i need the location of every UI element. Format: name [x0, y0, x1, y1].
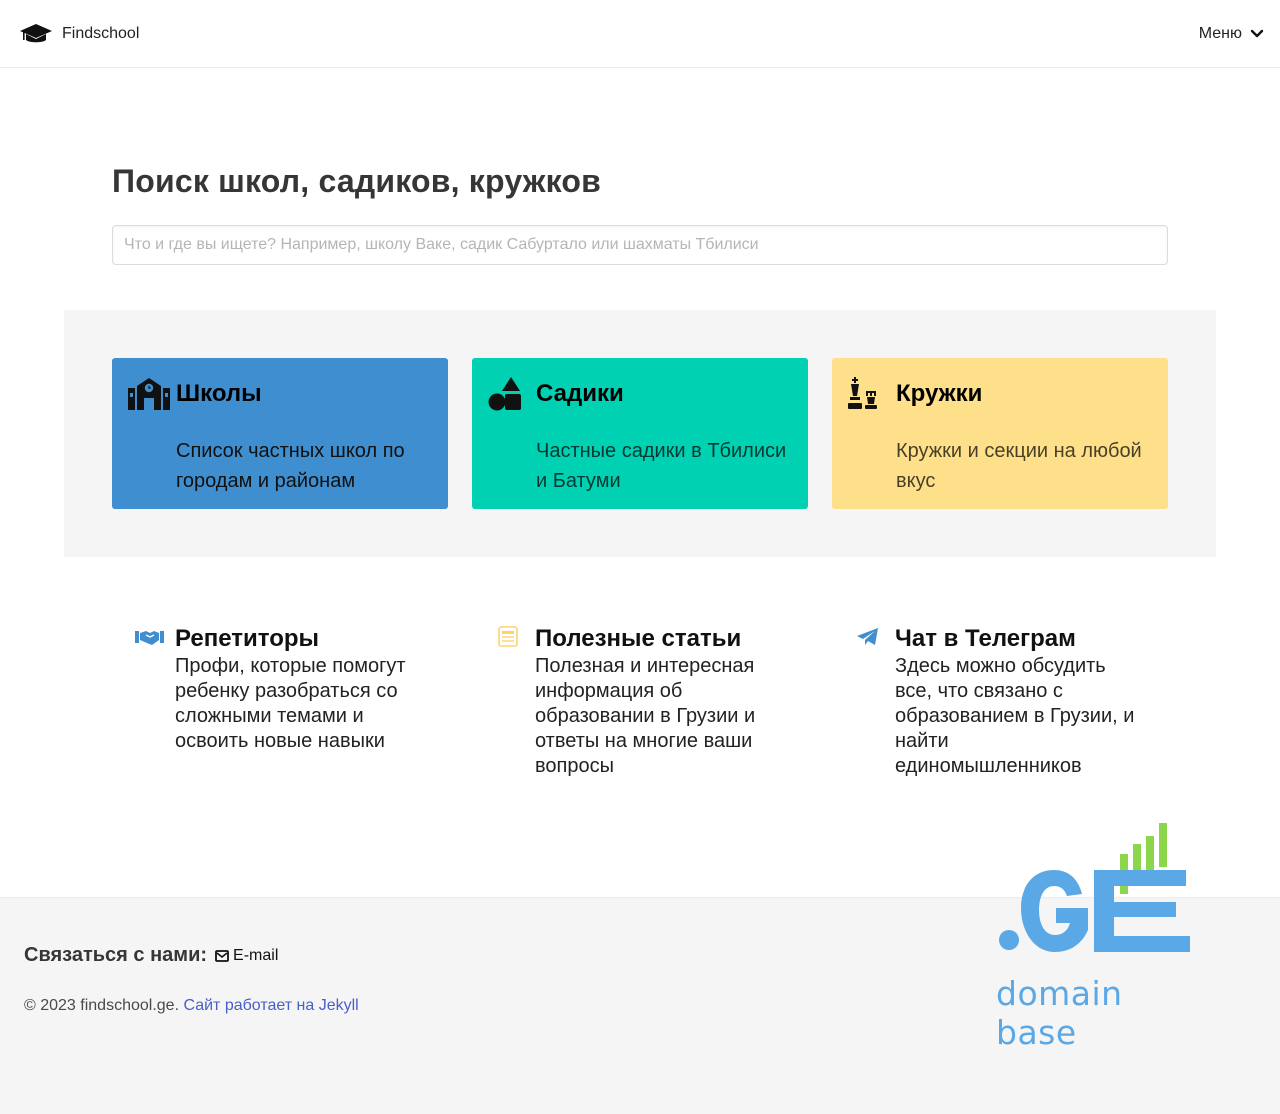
- email-label: E-mail: [233, 946, 279, 964]
- brand-link[interactable]: Findschool: [20, 22, 139, 46]
- shapes-icon: [488, 376, 530, 412]
- handshake-icon: [135, 631, 164, 645]
- card-description: Частные садики в Тбилиси и Батуми: [536, 440, 787, 492]
- copyright: © 2023 findschool.ge. Сайт работает на J…: [24, 997, 359, 1015]
- card-title: Кружки: [896, 380, 983, 407]
- navbar: Findschool Меню: [0, 0, 1280, 68]
- categories-section: Школы Список частных школ по городам и р…: [64, 310, 1216, 557]
- feature-title: Полезные статьи: [535, 625, 742, 652]
- envelope-icon: [215, 949, 229, 962]
- hero-section: Поиск школ, садиков, кружков: [0, 68, 1280, 265]
- contact-row: Связаться с нами: E-mail: [24, 944, 278, 967]
- menu-button[interactable]: Меню: [1199, 25, 1264, 43]
- card-title: Садики: [536, 380, 624, 407]
- card-clubs[interactable]: Кружки Кружки и секции на любой вкус: [832, 358, 1168, 509]
- email-link[interactable]: E-mail: [215, 947, 278, 965]
- feature-title: Репетиторы: [175, 625, 320, 652]
- school-icon: [128, 376, 170, 412]
- graduation-cap-icon: [20, 23, 52, 42]
- chevron-down-icon: [1250, 29, 1264, 37]
- feature-description: Профи, которые помогут ребенку разобрать…: [175, 655, 406, 752]
- brand-name: Findschool: [62, 24, 140, 42]
- card-kindergartens[interactable]: Садики Частные садики в Тбилиси и Батуми: [472, 358, 808, 509]
- feature-description: Полезная и интересная информация об обра…: [535, 655, 756, 777]
- chess-icon: [848, 376, 890, 412]
- page-title: Поиск школ, садиков, кружков: [112, 163, 602, 199]
- card-description: Список частных школ по городам и районам: [176, 440, 405, 492]
- domain-base-caption: domain base: [996, 974, 1123, 1052]
- card-schools[interactable]: Школы Список частных школ по городам и р…: [112, 358, 448, 509]
- feature-description: Здесь можно обсудить все, что связано с …: [895, 655, 1135, 777]
- contact-label: Связаться с нами:: [24, 944, 208, 966]
- domain-base-logo[interactable]: domain base: [990, 822, 1200, 1052]
- newspaper-icon: [498, 626, 518, 647]
- telegram-icon: [857, 628, 878, 645]
- feature-title: Чат в Телеграм: [895, 625, 1076, 652]
- card-title: Школы: [176, 380, 262, 407]
- card-description: Кружки и секции на любой вкус: [896, 440, 1142, 492]
- search-input[interactable]: [112, 225, 1168, 265]
- ge-logo-graphic: [999, 823, 1190, 952]
- feature-telegram-chat[interactable]: Чат в Телеграм Здесь можно обсудить все,…: [855, 624, 1155, 779]
- feature-tutors[interactable]: Репетиторы Профи, которые помогут ребенк…: [135, 624, 435, 754]
- menu-label: Меню: [1198, 24, 1242, 42]
- jekyll-link[interactable]: Сайт работает на Jekyll: [183, 997, 358, 1014]
- feature-articles[interactable]: Полезные статьи Полезная и интересная ин…: [495, 624, 795, 779]
- copyright-text: © 2023 findschool.ge.: [24, 997, 180, 1014]
